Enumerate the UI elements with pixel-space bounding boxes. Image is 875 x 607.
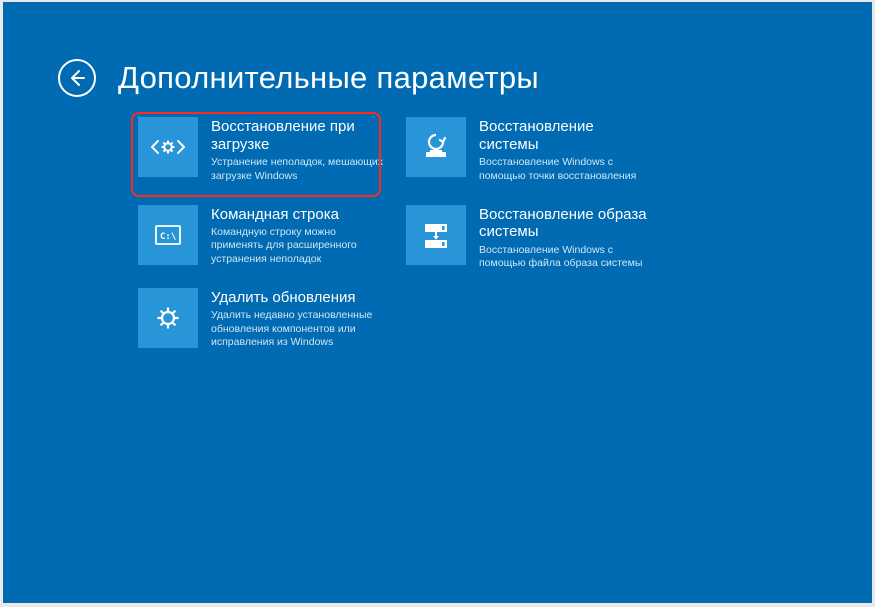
tile-command-prompt[interactable]: C:\ Командная строка Командную строку мо… — [138, 205, 383, 266]
tile-text: Удалить обновления Удалить недавно устан… — [198, 288, 383, 349]
tile-desc: Восстановление Windows с помощью точки в… — [479, 156, 651, 182]
tile-text: Восстановление системы Восстановление Wi… — [466, 117, 651, 183]
tile-title: Удалить обновления — [211, 289, 383, 307]
tile-text: Восстановление образа системы Восстановл… — [466, 205, 651, 271]
back-arrow-icon — [67, 68, 87, 88]
tile-desc: Удалить недавно установленные обновления… — [211, 309, 383, 348]
back-button[interactable] — [58, 59, 96, 97]
tile-uninstall-updates[interactable]: Удалить обновления Удалить недавно устан… — [138, 288, 383, 349]
tile-text: Восстановление при загрузке Устранение н… — [198, 117, 383, 183]
tiles-column-right: Восстановление системы Восстановление Wi… — [406, 117, 651, 292]
tiles-column-left: Восстановление при загрузке Устранение н… — [138, 117, 383, 371]
tile-desc: Устранение неполадок, мешающих загрузке … — [211, 156, 383, 182]
tile-system-image-recovery[interactable]: Восстановление образа системы Восстановл… — [406, 205, 651, 271]
command-prompt-icon: C:\ — [138, 205, 198, 265]
uninstall-updates-icon — [138, 288, 198, 348]
tile-title: Восстановление образа системы — [479, 206, 651, 241]
tile-title: Командная строка — [211, 206, 383, 224]
tile-text: Командная строка Командную строку можно … — [198, 205, 383, 266]
tile-title: Восстановление при загрузке — [211, 118, 383, 153]
winre-screen: Дополнительные параметры — [3, 2, 872, 603]
startup-repair-icon — [138, 117, 198, 177]
system-restore-icon — [406, 117, 466, 177]
page-title: Дополнительные параметры — [118, 60, 539, 96]
svg-text:C:\: C:\ — [160, 232, 176, 242]
system-image-recovery-icon — [406, 205, 466, 265]
tile-system-restore[interactable]: Восстановление системы Восстановление Wi… — [406, 117, 651, 183]
header: Дополнительные параметры — [58, 59, 539, 97]
tile-startup-repair[interactable]: Восстановление при загрузке Устранение н… — [138, 117, 383, 183]
tile-desc: Командную строку можно применять для рас… — [211, 226, 383, 265]
tile-title: Восстановление системы — [479, 118, 651, 153]
tile-desc: Восстановление Windows с помощью файла о… — [479, 244, 651, 270]
